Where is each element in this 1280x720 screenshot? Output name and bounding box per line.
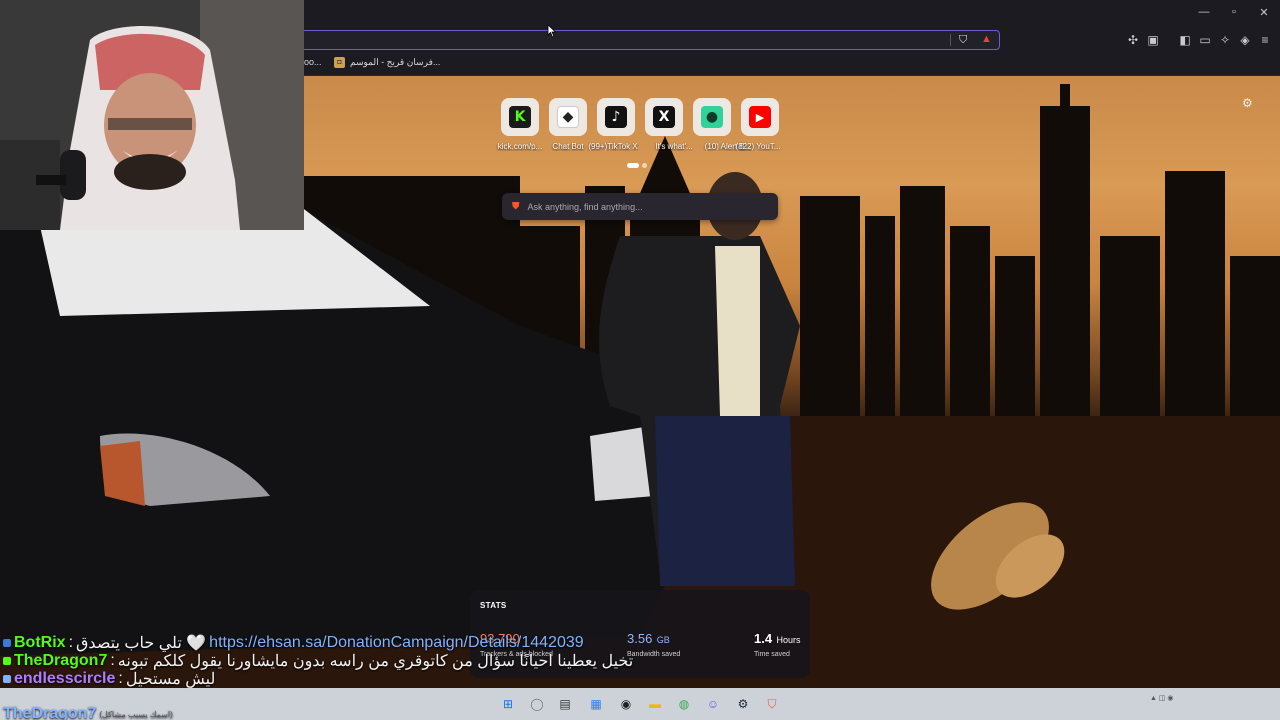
streamer-webcam-overlay (0, 0, 304, 230)
chat-message: BotRix : تلي حاب يتصدق 🤍 https://ehsan.s… (3, 633, 584, 653)
top-site-tile-x[interactable]: X (645, 98, 683, 136)
tiktok-icon: ♪ (605, 106, 627, 128)
new-tab-settings-gear-icon[interactable]: ⚙ (1242, 96, 1253, 110)
top-site-tile-chat-bot[interactable]: ◆ (549, 98, 587, 136)
time-unit: Hours (776, 635, 801, 645)
mouse-cursor-icon (547, 24, 557, 38)
tab-manager-icon[interactable]: ▣ (1145, 33, 1161, 47)
bandwidth-saved-stat: 3.56 GB Bandwidth saved (627, 630, 680, 658)
top-site-tile-alert-box[interactable]: ● (693, 98, 731, 136)
file-explorer-icon[interactable]: ▬ (645, 694, 665, 714)
chat-message-text: (اسمك يسبب مشاكل) (99, 709, 173, 719)
chat-message-link[interactable]: https://ehsan.sa/DonationCampaign/Detail… (209, 634, 583, 652)
bookmark-favicon-icon: ◘ (334, 57, 345, 68)
stats-title: STATS (480, 601, 507, 610)
brave-lion-icon: ⛊ (512, 201, 520, 212)
bookmark-item[interactable]: oo... (304, 57, 322, 67)
windows-start-icon[interactable]: ⊞ (498, 694, 518, 714)
bandwidth-value: 3.56 (627, 631, 653, 646)
leo-ai-icon[interactable]: ✧ (1217, 33, 1233, 47)
time-label: Time saved (754, 651, 790, 658)
time-saved-stat: 1.4 Hours Time saved (754, 630, 801, 658)
brave-rewards-icon[interactable]: ▲ (981, 33, 992, 45)
discord-icon[interactable]: ☺ (703, 694, 723, 714)
chat-message-text: تلي حاب يتصدق 🤍 (76, 635, 207, 652)
streamer-figure (0, 0, 304, 230)
vpn-icon[interactable]: ◈ (1237, 33, 1253, 47)
chat-badge-icon (3, 657, 11, 665)
windows-taskbar (0, 688, 1280, 720)
chat-message: TheDragon7 (اسمك يسبب مشاكل) (3, 705, 173, 720)
top-sites-pagination (627, 163, 647, 168)
top-site-label: (822) YouT... (735, 142, 781, 151)
close-window-button[interactable]: ✕ (1254, 6, 1274, 19)
brave-browser-icon[interactable]: ⛉ (762, 694, 782, 714)
bookmark-item[interactable]: ◘ فرسان قريح - الموسم... (334, 57, 440, 68)
alert-box-icon: ● (701, 106, 723, 128)
chat-username: BotRix (14, 634, 66, 651)
widgets-icon[interactable]: ▦ (586, 694, 606, 714)
system-tray-icons[interactable]: ▲ ◫ ◉ (1150, 694, 1174, 702)
top-site-tile-tiktok[interactable]: ♪ (597, 98, 635, 136)
address-bar[interactable]: ⛉ ▲ (290, 30, 1000, 50)
chat-message: TheDragon7 : تخيل يعطينا احيانًا سؤال من… (3, 651, 633, 671)
chrome-icon[interactable]: ◍ (674, 694, 694, 714)
chat-message-text: ليش مستحيل (125, 671, 216, 688)
search-placeholder: Ask anything, find anything... (527, 201, 643, 212)
chat-badge-icon (3, 639, 11, 647)
chat-username: TheDragon7 (14, 652, 108, 669)
bandwidth-label: Bandwidth saved (627, 651, 681, 658)
chat-username: endlesscircle (14, 670, 116, 687)
menu-icon[interactable]: ≡ (1257, 33, 1273, 47)
chat-username: TheDragon7 (3, 705, 97, 720)
brave-shields-icon[interactable]: ⛉ (959, 34, 967, 47)
time-value: 1.4 (754, 631, 773, 646)
search-taskbar-icon[interactable]: ◯ (527, 694, 547, 714)
maximize-window-button[interactable]: ▫ (1224, 6, 1244, 18)
bookmark-label: فرسان قريح - الموسم... (350, 57, 441, 67)
obs-icon[interactable]: ◉ (616, 694, 636, 714)
search-box[interactable]: ⛊ Ask anything, find anything... (502, 193, 778, 220)
x-icon: X (653, 106, 675, 128)
pagination-dot[interactable] (642, 163, 647, 168)
wallet-icon[interactable]: ▭ (1197, 33, 1213, 47)
chat-bot-icon: ◆ (557, 106, 579, 128)
extensions-icon[interactable]: ✣ (1125, 33, 1141, 47)
address-bar-separator (950, 34, 951, 46)
bandwidth-unit: GB (656, 635, 670, 645)
top-site-label: It's what'... (655, 142, 693, 151)
bookmark-label: oo... (304, 57, 322, 67)
chat-badge-icon (3, 675, 11, 683)
youtube-icon: ▶ (749, 106, 771, 128)
sidebar-toggle-icon[interactable]: ◧ (1177, 33, 1193, 47)
minimize-window-button[interactable]: — (1194, 6, 1214, 18)
top-site-tile-youtube[interactable]: ▶ (741, 98, 779, 136)
pagination-dot-active[interactable] (627, 163, 639, 168)
top-site-tile-kick[interactable]: K (501, 98, 539, 136)
chat-message: endlesscircle : ليش مستحيل (3, 669, 215, 689)
top-site-label: (99+)TikTok X (588, 142, 638, 151)
task-view-icon[interactable]: ▤ (555, 694, 575, 714)
chat-message-text: تخيل يعطينا احيانًا سؤال من كاتوقري من ر… (117, 653, 634, 670)
steam-icon[interactable]: ⚙ (733, 694, 753, 714)
kick-icon: K (509, 106, 531, 128)
